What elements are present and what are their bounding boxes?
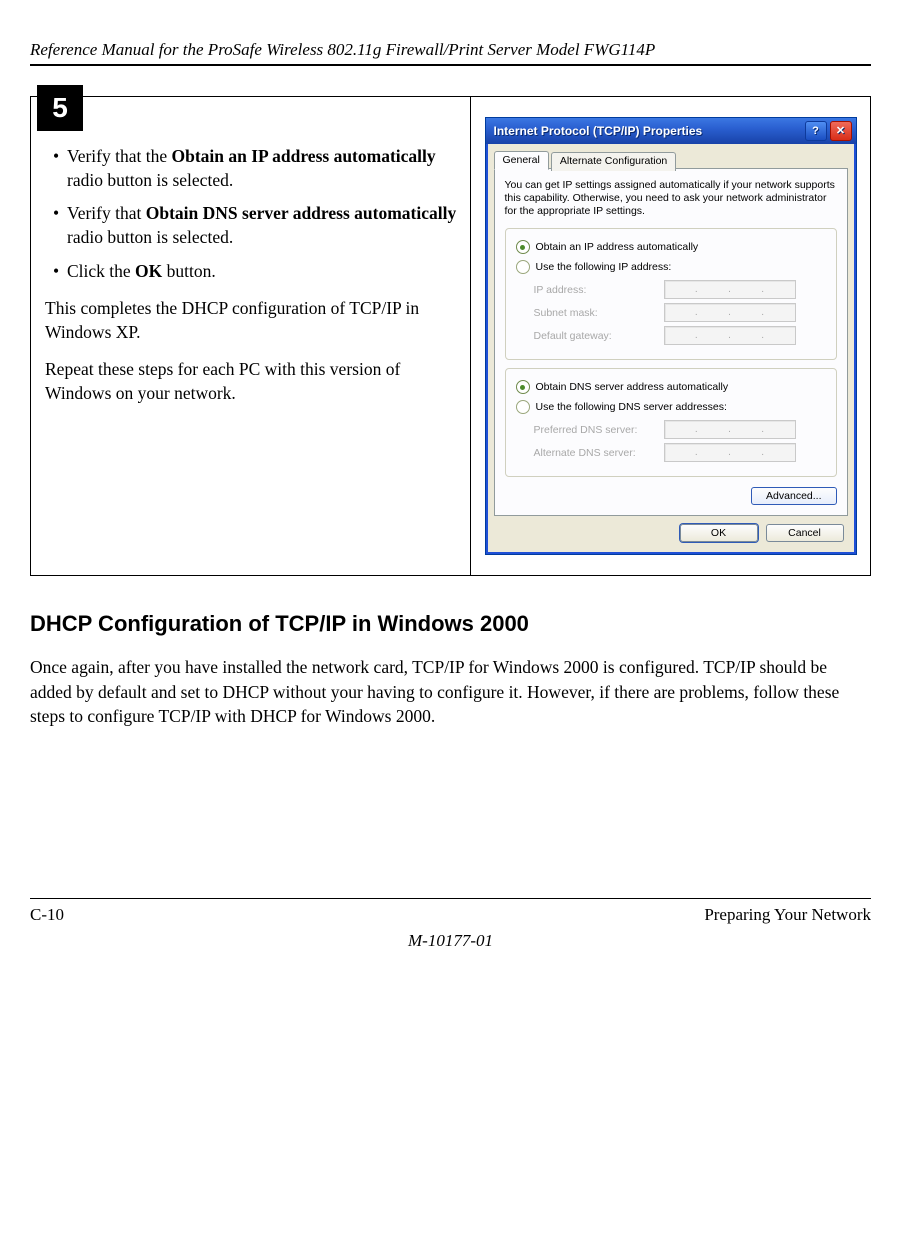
tcpip-properties-dialog: Internet Protocol (TCP/IP) Properties ? … (485, 117, 857, 555)
radio-label: Obtain an IP address automatically (536, 241, 699, 253)
dialog-help-text: You can get IP settings assigned automat… (505, 179, 837, 218)
dialog-titlebar[interactable]: Internet Protocol (TCP/IP) Properties ? … (486, 118, 856, 144)
step-text-cell: 5 • Verify that the Obtain an IP address… (31, 97, 471, 575)
bullet-text: radio button is selected. (67, 227, 233, 247)
default-gateway-row: Default gateway: ... (534, 326, 826, 345)
ok-button[interactable]: OK (680, 524, 758, 542)
footer-section-title: Preparing Your Network (704, 905, 871, 925)
alternate-dns-input: ... (664, 443, 796, 462)
field-label: Preferred DNS server: (534, 424, 664, 436)
running-header: Reference Manual for the ProSafe Wireles… (30, 40, 871, 60)
field-label: Subnet mask: (534, 307, 664, 319)
tab-strip: General Alternate Configuration (494, 150, 848, 169)
radio-use-following-ip[interactable]: Use the following IP address: (516, 260, 826, 274)
page-number: C-10 (30, 905, 64, 925)
dns-group: Obtain DNS server address automatically … (505, 368, 837, 477)
instruction-bullet: • Verify that Obtain DNS server address … (53, 202, 462, 249)
alternate-dns-row: Alternate DNS server: ... (534, 443, 826, 462)
tab-general[interactable]: General (494, 151, 549, 170)
help-icon[interactable]: ? (805, 121, 827, 141)
step-table: 5 • Verify that the Obtain an IP address… (30, 96, 871, 576)
radio-icon (516, 240, 530, 254)
radio-use-following-dns[interactable]: Use the following DNS server addresses: (516, 400, 826, 414)
field-label: Default gateway: (534, 330, 664, 342)
step-number-badge: 5 (37, 85, 83, 131)
step-paragraph: This completes the DHCP configuration of… (45, 297, 462, 344)
preferred-dns-input: ... (664, 420, 796, 439)
section-body: Once again, after you have installed the… (30, 655, 871, 727)
ip-address-input: ... (664, 280, 796, 299)
radio-label: Obtain DNS server address automatically (536, 381, 729, 393)
cancel-button[interactable]: Cancel (766, 524, 844, 542)
field-label: Alternate DNS server: (534, 447, 664, 459)
instruction-bullet: • Verify that the Obtain an IP address a… (53, 145, 462, 192)
tab-pane-general: You can get IP settings assigned automat… (494, 168, 848, 516)
radio-obtain-dns-auto[interactable]: Obtain DNS server address automatically (516, 380, 826, 394)
radio-icon (516, 400, 530, 414)
radio-label: Use the following IP address: (536, 261, 672, 273)
subnet-mask-row: Subnet mask: ... (534, 303, 826, 322)
bullet-bold: OK (135, 261, 162, 281)
subnet-mask-input: ... (664, 303, 796, 322)
tab-alternate-configuration[interactable]: Alternate Configuration (551, 152, 676, 171)
bullet-text: Click the (67, 261, 135, 281)
instruction-bullet: • Click the OK button. (53, 260, 462, 284)
step-paragraph: Repeat these steps for each PC with this… (45, 358, 462, 405)
bullet-bold: Obtain an IP address automatically (171, 146, 435, 166)
page-footer: C-10 Preparing Your Network M-10177-01 (30, 898, 871, 951)
step-screenshot-cell: Internet Protocol (TCP/IP) Properties ? … (471, 97, 870, 575)
bullet-bold: Obtain DNS server address automatically (146, 203, 456, 223)
bullet-text: button. (162, 261, 215, 281)
bullet-text: radio button is selected. (67, 170, 233, 190)
preferred-dns-row: Preferred DNS server: ... (534, 420, 826, 439)
radio-icon (516, 260, 530, 274)
default-gateway-input: ... (664, 326, 796, 345)
ip-address-row: IP address: ... (534, 280, 826, 299)
radio-label: Use the following DNS server addresses: (536, 401, 727, 413)
bullet-dot: • (53, 260, 67, 284)
footer-rule (30, 898, 871, 899)
bullet-text: Verify that (67, 203, 146, 223)
advanced-button[interactable]: Advanced... (751, 487, 836, 505)
bullet-text: Verify that the (67, 146, 171, 166)
field-label: IP address: (534, 284, 664, 296)
section-heading: DHCP Configuration of TCP/IP in Windows … (30, 611, 871, 637)
document-id: M-10177-01 (30, 931, 871, 951)
bullet-dot: • (53, 145, 67, 192)
radio-icon (516, 380, 530, 394)
radio-obtain-ip-auto[interactable]: Obtain an IP address automatically (516, 240, 826, 254)
header-rule (30, 64, 871, 66)
close-icon[interactable]: ✕ (830, 121, 852, 141)
dialog-title: Internet Protocol (TCP/IP) Properties (494, 124, 805, 138)
ip-address-group: Obtain an IP address automatically Use t… (505, 228, 837, 360)
bullet-dot: • (53, 202, 67, 249)
